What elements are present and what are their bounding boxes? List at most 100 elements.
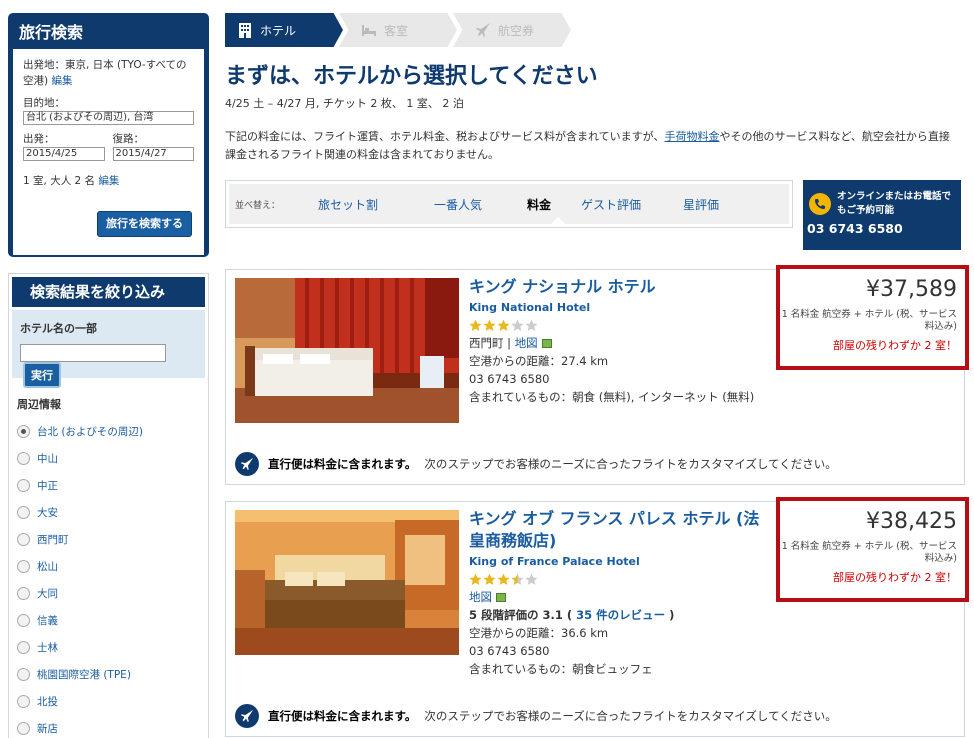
radio-button[interactable]	[17, 722, 30, 735]
reviews-link[interactable]: 35 件のレビュー	[576, 608, 665, 622]
destination-field[interactable]: 台北 (およびその周辺), 台湾	[23, 111, 194, 125]
booking-steps: ホテル 客室 航空券	[225, 13, 571, 47]
phone-number: 03 6743 6580	[807, 221, 903, 236]
guest-rating: 5 段階評価の 3.1	[469, 608, 563, 622]
plane-icon	[476, 23, 490, 37]
radio-button[interactable]	[17, 587, 30, 600]
area-label: 新店	[37, 723, 58, 735]
star-full-icon	[469, 573, 482, 585]
area-item[interactable]: 中山	[9, 445, 208, 472]
area-item[interactable]: 北投	[9, 688, 208, 715]
filter-title: 検索結果を絞り込み	[12, 277, 205, 307]
rooms-left-alert: 部屋の残りわずか 2 室！	[833, 339, 957, 352]
bed-icon	[362, 25, 376, 36]
step-room[interactable]: 客室	[339, 13, 457, 47]
map-link[interactable]: 地図	[469, 590, 492, 604]
radio-button[interactable]	[17, 479, 30, 492]
page-title: まずは、ホテルから選択してください	[225, 64, 598, 89]
area-item[interactable]: 大安	[9, 499, 208, 526]
radio-button[interactable]	[17, 533, 30, 546]
map-icon[interactable]	[541, 339, 552, 348]
area-label: 中山	[37, 453, 58, 465]
trip-summary: 4/25 土 – 4/27 月, チケット 2 枚、 1 室、 2 泊	[225, 97, 464, 110]
price: ¥38,425	[866, 509, 957, 534]
hotel-name-go-button[interactable]: 実行	[23, 362, 61, 388]
sort-label: 並べ替え：	[235, 200, 281, 211]
price-note: 1 名料金 航空券 + ホテル (税、サービス料込み)	[781, 309, 957, 332]
area-label: 士林	[37, 642, 58, 654]
plane-icon	[235, 704, 259, 728]
map-link[interactable]: 地図	[515, 336, 538, 350]
area-item[interactable]: 大同	[9, 580, 208, 607]
step-flight[interactable]: 航空券	[453, 13, 571, 47]
depart-date-field[interactable]: 2015/4/25	[23, 147, 105, 161]
price-box[interactable]: ¥38,425 1 名料金 航空券 + ホテル (税、サービス料込み) 部屋の残…	[776, 497, 969, 602]
hotel-name-link[interactable]: キング ナショナル ホテル	[469, 276, 769, 298]
radio-button[interactable]	[17, 425, 30, 438]
hotel-photo[interactable]	[235, 510, 459, 655]
sort-package-discount[interactable]: 旅セット割	[289, 196, 407, 213]
area-label: 北投	[37, 696, 58, 708]
hotel-name-link[interactable]: キング オブ フランス パレス ホテル (法皇商務飯店)	[469, 508, 769, 552]
price-notice: 下記の料金には、フライト運賃、ホテル料金、税およびサービス料が含まれていますが、…	[225, 128, 960, 164]
travel-search-title: 旅行検索	[19, 23, 84, 42]
flight-included-note: 直行便は料金に含まれます。 次のステップでお客様のニーズに合ったフライトをカスタ…	[235, 704, 837, 728]
area-item[interactable]: 台北 (およびその周辺)	[9, 418, 208, 445]
return-date-field[interactable]: 2015/4/27	[112, 147, 194, 161]
search-travel-button[interactable]: 旅行を検索する	[97, 211, 192, 237]
radio-button[interactable]	[17, 506, 30, 519]
radio-button[interactable]	[17, 668, 30, 681]
origin-edit-link[interactable]: 編集	[51, 75, 72, 87]
area-item[interactable]: 士林	[9, 634, 208, 661]
plane-icon	[235, 452, 259, 476]
radio-button[interactable]	[17, 641, 30, 654]
hotel-phone: 03 6743 6580	[469, 372, 550, 386]
hotel-name-input[interactable]	[20, 344, 166, 362]
area-item[interactable]: 西門町	[9, 526, 208, 553]
hotel-info: キング ナショナル ホテル King National Hotel 西門町 | …	[469, 276, 769, 406]
flight-included-bold: 直行便は料金に含まれます。	[268, 457, 417, 471]
star-empty-icon	[525, 319, 538, 331]
rooms-edit-link[interactable]: 編集	[98, 175, 119, 187]
price-box[interactable]: ¥37,589 1 名料金 航空券 + ホテル (税、サービス料込み) 部屋の残…	[776, 265, 969, 370]
area-label: 台北 (およびその周辺)	[37, 426, 144, 438]
area-label: 桃園国際空港 (TPE)	[37, 669, 131, 681]
filter-panel: 検索結果を絞り込み ホテル名の一部 実行 周辺情報 台北 (およびその周辺) 中…	[8, 273, 209, 738]
price-note: 1 名料金 航空券 + ホテル (税、サービス料込み)	[781, 541, 957, 564]
sort-price[interactable]: 料金	[509, 196, 569, 213]
radio-button[interactable]	[17, 614, 30, 627]
area-label: 信義	[37, 615, 58, 627]
area-label: 大同	[37, 588, 58, 600]
area-item[interactable]: 桃園国際空港 (TPE)	[9, 661, 208, 688]
star-full-icon	[483, 319, 496, 331]
star-rating	[469, 319, 769, 332]
travel-search-body: 出発地：東京, 日本 (TYO-すべての空港) 編集 目的地： 台北 (およびそ…	[13, 49, 204, 255]
radio-button[interactable]	[17, 560, 30, 573]
hotel-photo[interactable]	[235, 278, 459, 423]
step-hotel[interactable]: ホテル	[225, 13, 343, 47]
hotel-name-en[interactable]: King of France Palace Hotel	[469, 553, 769, 571]
area-label: 大安	[37, 507, 58, 519]
sort-guest-rating[interactable]: ゲスト評価	[569, 196, 653, 213]
radio-button[interactable]	[17, 452, 30, 465]
rooms-left-alert: 部屋の残りわずか 2 室！	[833, 571, 957, 584]
star-half-icon	[511, 573, 524, 585]
flight-included-bold: 直行便は料金に含まれます。	[268, 709, 417, 723]
step-flight-label: 航空券	[498, 23, 535, 38]
hotel-area: 西門町	[469, 336, 504, 350]
map-icon[interactable]	[496, 593, 506, 602]
area-item[interactable]: 新店	[9, 715, 208, 738]
hotel-name-en[interactable]: King National Hotel	[469, 299, 769, 317]
flight-included-note: 直行便は料金に含まれます。 次のステップでお客様のニーズに合ったフライトをカスタ…	[235, 452, 837, 476]
area-item[interactable]: 松山	[9, 553, 208, 580]
sort-star-rating[interactable]: 星評価	[653, 196, 749, 213]
notice-text: 下記の料金には、フライト運賃、ホテル料金、税およびサービス料が含まれていますが、	[225, 130, 665, 143]
sort-popular[interactable]: 一番人気	[407, 196, 509, 213]
area-item[interactable]: 中正	[9, 472, 208, 499]
area-item[interactable]: 信義	[9, 607, 208, 634]
radio-button[interactable]	[17, 695, 30, 708]
star-empty-icon	[525, 573, 538, 585]
baggage-fee-link[interactable]: 手荷物料金	[664, 130, 719, 143]
rooms-guests-label: 1 室, 大人 2 名	[23, 175, 96, 187]
step-hotel-label: ホテル	[260, 23, 297, 38]
